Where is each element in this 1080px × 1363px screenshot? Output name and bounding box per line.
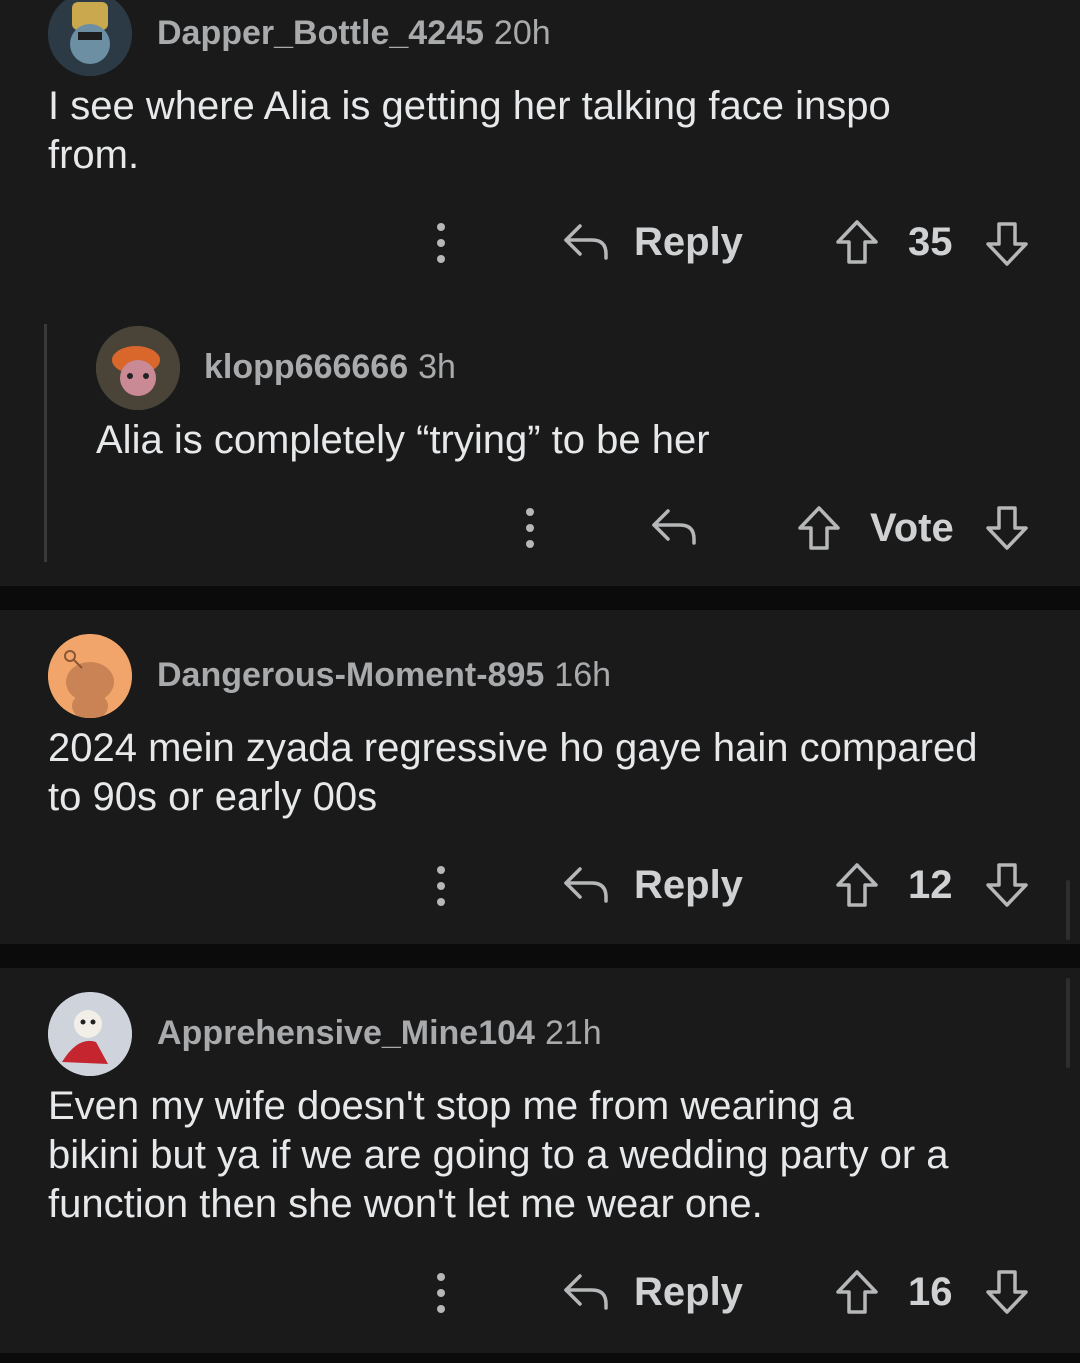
comment-username[interactable]: klopp666666 3h <box>204 348 456 387</box>
reply-button[interactable]: Reply <box>634 1270 743 1315</box>
comment-text-line: 2024 mein zyada regressive ho gaye hain … <box>48 726 978 770</box>
comment-body: Alia is completely “trying” to be her <box>96 416 1046 465</box>
more-options-icon[interactable] <box>435 223 447 263</box>
vote-count: 35 <box>908 220 953 264</box>
thread-line[interactable] <box>44 324 47 562</box>
comment-text-line: to 90s or early 00s <box>48 775 378 819</box>
downvote-arrow-icon[interactable] <box>984 504 1030 552</box>
downvote-arrow-icon[interactable] <box>984 220 1030 268</box>
reply-arrow-icon[interactable] <box>650 505 698 549</box>
scrollbar[interactable] <box>1066 880 1070 940</box>
comment-text-line: Alia is completely “trying” to be her <box>96 418 710 462</box>
upvote-arrow-icon[interactable] <box>834 218 880 266</box>
reply-button[interactable]: Reply <box>634 863 743 908</box>
comment-username[interactable]: Apprehensive_Mine104 21h <box>157 1014 602 1053</box>
comment-thread-3: Apprehensive_Mine104 21h Even my wife doe… <box>0 968 1080 1353</box>
comment-age: 21h <box>544 1014 602 1052</box>
downvote-arrow-icon[interactable] <box>984 861 1030 909</box>
comment-text-line: function then she won't let me wear one. <box>48 1182 763 1226</box>
reply-arrow-icon[interactable] <box>562 1270 610 1314</box>
comment-text-line: Even my wife doesn't stop me from wearin… <box>48 1084 854 1128</box>
scrollbar[interactable] <box>1066 978 1070 1068</box>
upvote-arrow-icon[interactable] <box>834 1268 880 1316</box>
comment-thread-1: Dapper_Bottle_4245 20h I see where Alia i… <box>0 0 1080 586</box>
upvote-arrow-icon[interactable] <box>796 504 842 552</box>
user-avatar[interactable] <box>48 634 132 718</box>
user-avatar[interactable] <box>96 326 180 410</box>
comment-body: I see where Alia is getting her talking … <box>48 82 1048 180</box>
comment-username[interactable]: Dapper_Bottle_4245 20h <box>157 14 551 53</box>
vote-label: Vote <box>870 506 954 550</box>
username-text[interactable]: Dapper_Bottle_4245 <box>157 14 484 52</box>
downvote-arrow-icon[interactable] <box>984 1268 1030 1316</box>
comment-body: Even my wife doesn't stop me from wearin… <box>48 1082 1058 1229</box>
username-text[interactable]: Dangerous-Moment-895 <box>157 656 544 694</box>
more-options-icon[interactable] <box>435 1273 447 1313</box>
vote-count: 12 <box>908 863 953 907</box>
username-text[interactable]: klopp666666 <box>204 348 408 386</box>
more-options-icon[interactable] <box>524 508 536 548</box>
reply-button[interactable]: Reply <box>634 220 743 265</box>
more-options-icon[interactable] <box>435 866 447 906</box>
comment-text-line: I see where Alia is getting her talking … <box>48 84 891 128</box>
reply-arrow-icon[interactable] <box>562 863 610 907</box>
user-avatar[interactable] <box>48 992 132 1076</box>
comment-username[interactable]: Dangerous-Moment-895 16h <box>157 656 611 695</box>
reply-arrow-icon[interactable] <box>562 220 610 264</box>
upvote-arrow-icon[interactable] <box>834 861 880 909</box>
username-text[interactable]: Apprehensive_Mine104 <box>157 1014 535 1052</box>
comment-text-line: bikini but ya if we are going to a weddi… <box>48 1133 949 1177</box>
comment-age: 20h <box>493 14 551 52</box>
user-avatar[interactable] <box>48 0 132 76</box>
comment-body: 2024 mein zyada regressive ho gaye hain … <box>48 724 1058 822</box>
comment-thread-2: Dangerous-Moment-895 16h 2024 mein zyada … <box>0 610 1080 944</box>
comment-text-line: from. <box>48 133 140 177</box>
vote-count: 16 <box>908 1270 953 1314</box>
comment-age: 16h <box>554 656 612 694</box>
comment-age: 3h <box>418 348 456 386</box>
